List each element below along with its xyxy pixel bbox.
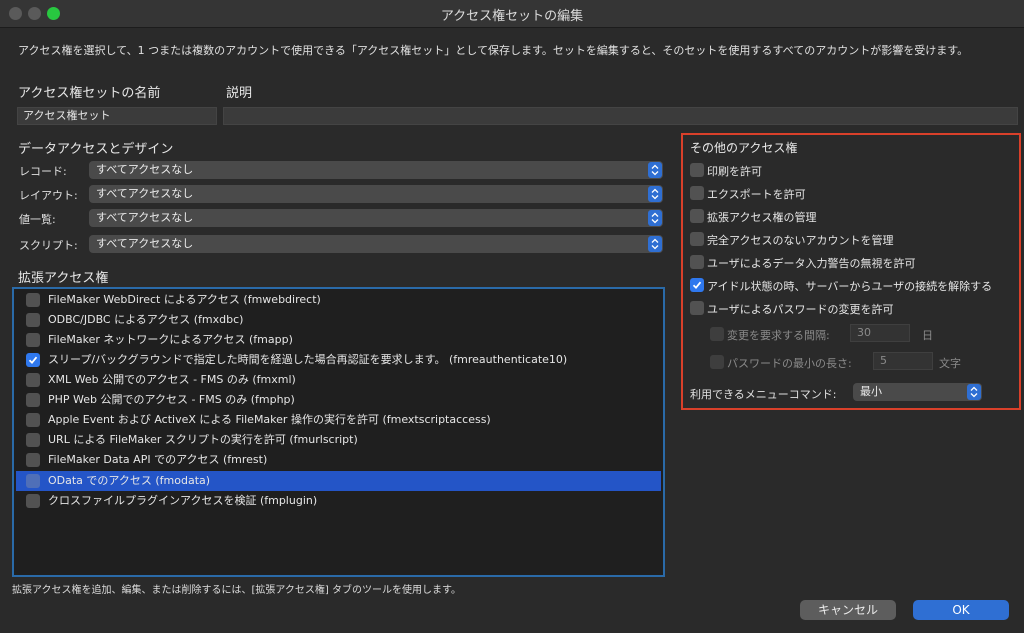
layouts-popup-value: すべてアクセスなし (96, 187, 194, 200)
list-item[interactable]: スリープ/バックグラウンドで指定した時間を経過した場合再認証を要求します。 (f… (16, 350, 661, 370)
checkbox[interactable] (26, 313, 40, 327)
scripts-label: スクリプト: (19, 239, 78, 252)
records-popup-value: すべてアクセスなし (96, 163, 194, 176)
value-lists-label: 値一覧: (19, 213, 56, 226)
checkbox[interactable] (710, 355, 724, 369)
checkbox[interactable] (26, 413, 40, 427)
list-item[interactable]: URL による FileMaker スクリプトの実行を許可 (fmurlscri… (16, 430, 661, 450)
scripts-popup-value: すべてアクセスなし (96, 237, 194, 250)
checkbox[interactable] (26, 373, 40, 387)
extended-privileges-title: 拡張アクセス権 (18, 271, 109, 286)
checkbox-checked[interactable] (690, 278, 704, 292)
checkbox[interactable] (690, 255, 704, 269)
checkbox[interactable] (26, 433, 40, 447)
chevron-updown-icon (967, 384, 981, 400)
checkmark-icon (28, 356, 38, 365)
chevron-updown-icon (648, 210, 662, 226)
checkbox[interactable] (26, 293, 40, 307)
extended-privileges-list[interactable]: FileMaker WebDirect によるアクセス (fmwebdirect… (12, 287, 665, 577)
checkbox[interactable] (690, 209, 704, 223)
menu-commands-popup[interactable]: 最小 (853, 383, 982, 401)
checkbox[interactable] (26, 333, 40, 347)
menu-commands-label: 利用できるメニューコマンド: (690, 388, 837, 401)
checkbox[interactable] (690, 232, 704, 246)
checkbox[interactable] (690, 163, 704, 177)
value-lists-popup-value: すべてアクセスなし (96, 211, 194, 224)
checkbox[interactable] (690, 186, 704, 200)
list-item[interactable]: クロスファイルプラグインアクセスを検証 (fmplugin) (16, 491, 661, 511)
checkbox[interactable] (26, 494, 40, 508)
checkbox[interactable] (710, 327, 724, 341)
chevron-updown-icon (648, 162, 662, 178)
list-item[interactable]: PHP Web 公開でのアクセス - FMS のみ (fmphp) (16, 390, 661, 410)
value-lists-popup[interactable]: すべてアクセスなし (89, 209, 663, 227)
chevron-updown-icon (648, 236, 662, 252)
records-label: レコード: (19, 165, 67, 178)
list-item[interactable]: FileMaker Data API でのアクセス (fmrest) (16, 450, 661, 470)
list-item[interactable]: FileMaker ネットワークによるアクセス (fmapp) (16, 330, 661, 350)
change-interval-field[interactable]: 30 (850, 324, 910, 342)
data-access-title: データアクセスとデザイン (18, 142, 174, 157)
title-bar: アクセス権セットの編集 (0, 0, 1024, 28)
scripts-popup[interactable]: すべてアクセスなし (89, 235, 663, 253)
layouts-label: レイアウト: (19, 189, 78, 202)
set-name-field[interactable]: アクセス権セット (17, 107, 217, 125)
checkbox[interactable] (26, 474, 40, 488)
dialog-description: アクセス権を選択して、1 つまたは複数のアカウントで使用できる「アクセス権セット… (18, 44, 969, 57)
list-item[interactable]: XML Web 公開でのアクセス - FMS のみ (fmxml) (16, 370, 661, 390)
list-item[interactable]: Apple Event および ActiveX による FileMaker 操作… (16, 410, 661, 430)
min-length-field[interactable]: 5 (873, 352, 933, 370)
checkbox[interactable] (26, 453, 40, 467)
checkbox-checked[interactable] (26, 353, 40, 367)
other-privileges-title: その他のアクセス権 (690, 141, 798, 155)
layouts-popup[interactable]: すべてアクセスなし (89, 185, 663, 203)
records-popup[interactable]: すべてアクセスなし (89, 161, 663, 179)
checkbox[interactable] (690, 301, 704, 315)
checkmark-icon (692, 281, 702, 290)
change-interval-unit: 日 (922, 329, 933, 342)
window-title: アクセス権セットの編集 (440, 9, 584, 24)
list-item-selected[interactable]: OData でのアクセス (fmodata) (16, 471, 661, 491)
chevron-updown-icon (648, 186, 662, 202)
extended-privileges-footnote: 拡張アクセス権を追加、編集、または削除するには、[拡張アクセス権] タブのツール… (12, 585, 461, 596)
ok-button[interactable]: OK (913, 600, 1009, 620)
cancel-button[interactable]: キャンセル (800, 600, 896, 620)
set-description-field[interactable] (223, 107, 1018, 125)
checkbox[interactable] (26, 393, 40, 407)
min-length-unit: 文字 (939, 357, 961, 370)
list-item[interactable]: FileMaker WebDirect によるアクセス (fmwebdirect… (16, 290, 661, 310)
set-name-label: アクセス権セットの名前 (18, 86, 161, 101)
set-description-label: 説明 (226, 86, 253, 101)
list-item[interactable]: ODBC/JDBC によるアクセス (fmxdbc) (16, 310, 661, 330)
menu-commands-popup-value: 最小 (860, 385, 882, 398)
